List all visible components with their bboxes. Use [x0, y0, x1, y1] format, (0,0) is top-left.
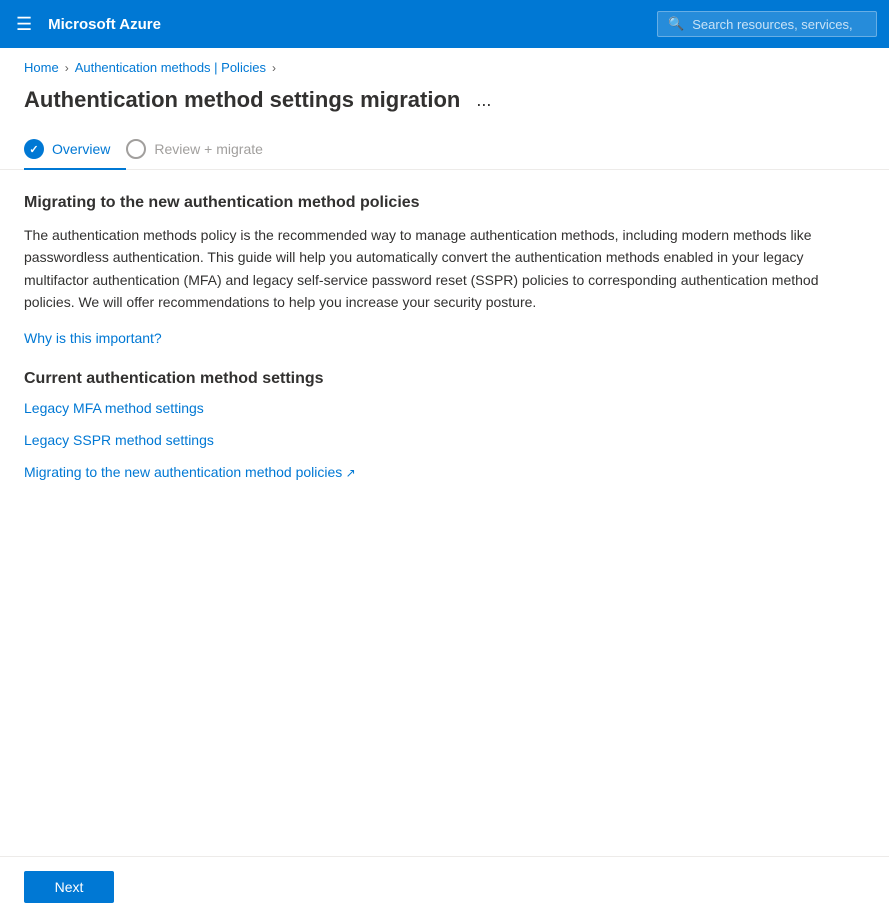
- step-overview[interactable]: ✓ Overview: [24, 129, 126, 169]
- top-navigation: ☰ Microsoft Azure 🔍: [0, 0, 889, 48]
- breadcrumb: Home › Authentication methods | Policies…: [0, 48, 889, 83]
- footer: Next: [0, 856, 889, 917]
- breadcrumb-sep-2: ›: [272, 61, 276, 75]
- main-content: Migrating to the new authentication meth…: [0, 170, 889, 504]
- search-bar[interactable]: 🔍: [657, 11, 877, 37]
- migrating-body: The authentication methods policy is the…: [24, 224, 844, 314]
- current-settings-heading: Current authentication method settings: [24, 370, 865, 388]
- migrating-link[interactable]: Migrating to the new authentication meth…: [24, 464, 865, 480]
- current-settings-links: Legacy MFA method settings Legacy SSPR m…: [24, 400, 865, 480]
- step-circle-review: [126, 139, 146, 159]
- step-label-overview: Overview: [52, 141, 110, 157]
- breadcrumb-home[interactable]: Home: [24, 60, 59, 75]
- current-settings-section: Current authentication method settings L…: [24, 370, 865, 480]
- migrating-heading: Migrating to the new authentication meth…: [24, 194, 865, 212]
- search-input[interactable]: [692, 17, 852, 32]
- breadcrumb-sep-1: ›: [65, 61, 69, 75]
- page-title: Authentication method settings migration: [24, 87, 460, 113]
- hamburger-icon[interactable]: ☰: [12, 10, 36, 39]
- breadcrumb-section[interactable]: Authentication methods | Policies: [75, 60, 266, 75]
- legacy-sspr-link[interactable]: Legacy SSPR method settings: [24, 432, 865, 448]
- ellipsis-button[interactable]: ...: [470, 88, 497, 113]
- why-important-link[interactable]: Why is this important?: [24, 330, 162, 346]
- brand-title: Microsoft Azure: [48, 16, 645, 33]
- step-circle-overview: ✓: [24, 139, 44, 159]
- steps-navigation: ✓ Overview Review + migrate: [0, 129, 889, 170]
- next-button[interactable]: Next: [24, 871, 114, 903]
- step-label-review: Review + migrate: [154, 141, 263, 157]
- step-review-migrate[interactable]: Review + migrate: [126, 129, 279, 169]
- page-header: Authentication method settings migration…: [0, 83, 889, 129]
- legacy-mfa-link[interactable]: Legacy MFA method settings: [24, 400, 865, 416]
- search-icon: 🔍: [668, 16, 684, 32]
